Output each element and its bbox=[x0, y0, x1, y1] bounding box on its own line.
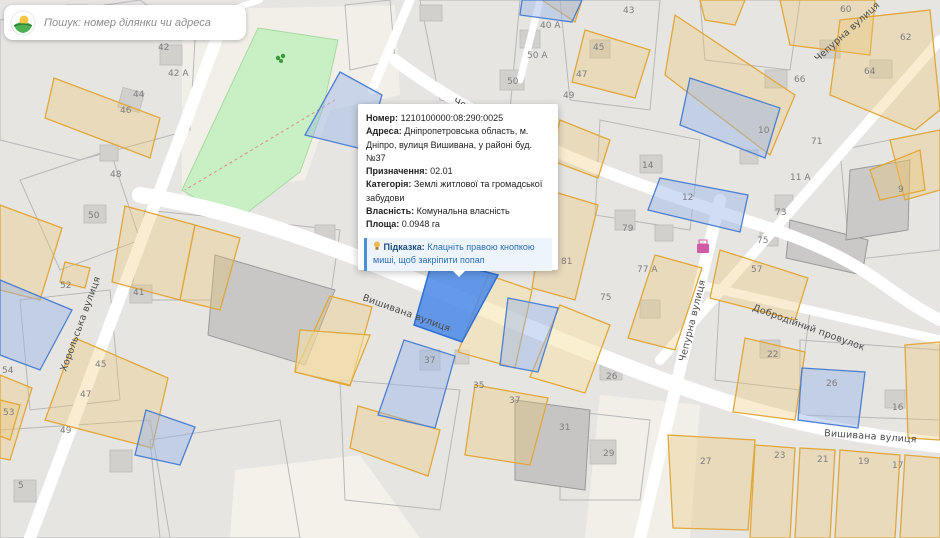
parcel-area-row: Площа: 0.0948 га bbox=[366, 218, 550, 231]
search-bar bbox=[4, 5, 246, 40]
house-number: 81 bbox=[561, 257, 572, 267]
house-number: 42 bbox=[158, 43, 169, 53]
parcel-area-label: Площа: bbox=[366, 219, 400, 230]
house-number: 35 bbox=[473, 381, 484, 391]
app-logo-icon[interactable] bbox=[10, 10, 36, 36]
house-number: 37 bbox=[424, 356, 435, 366]
parcel-purpose-label: Призначення: bbox=[366, 166, 428, 177]
house-number: 42 А bbox=[168, 69, 189, 79]
house-number: 14 bbox=[642, 161, 654, 171]
house-number: 75 bbox=[757, 236, 768, 246]
house-number: 16 bbox=[892, 403, 904, 413]
parcel-ownership-row: Власність: Комунальна власність bbox=[366, 205, 550, 218]
house-number: 62 bbox=[900, 33, 911, 43]
house-number: 50 bbox=[88, 211, 100, 221]
house-number: 19 bbox=[858, 457, 870, 467]
house-number: 49 bbox=[563, 91, 575, 101]
house-number: 64 bbox=[864, 67, 876, 77]
house-number: 41 bbox=[133, 288, 144, 298]
house-number: 73 bbox=[775, 208, 786, 218]
house-number: 53 bbox=[3, 408, 14, 418]
parcel-number-value: 1210100000:08:290:0025 bbox=[400, 113, 504, 123]
parcel-address-row: Адреса: Дніпропетровська область, м. Дні… bbox=[366, 125, 550, 165]
parcel-ownership-value: Комунальна власність bbox=[416, 206, 510, 217]
parcel-ownership-label: Власність: bbox=[366, 206, 415, 217]
parcel-purpose-row: Призначення: 02.01 bbox=[366, 165, 550, 178]
house-number: 43 bbox=[623, 6, 634, 16]
house-number: 26 bbox=[606, 372, 618, 382]
parcel-category-row: Категорія: Землі житлової та громадської… bbox=[366, 178, 550, 205]
house-number: 44 bbox=[133, 90, 145, 100]
house-number: 12 bbox=[682, 193, 693, 203]
house-number: 10 bbox=[758, 126, 770, 136]
house-number: 66 bbox=[794, 75, 806, 85]
parcel-info-popup: Номер: 1210100000:08:290:0025 Адреса: Дн… bbox=[358, 104, 558, 277]
house-number: 48 bbox=[110, 170, 122, 180]
house-number: 71 bbox=[811, 137, 822, 147]
parcel-category-label: Категорія: bbox=[366, 179, 412, 190]
house-number: 54 bbox=[2, 366, 14, 376]
house-number: 46 bbox=[120, 106, 132, 116]
house-number: 5 bbox=[18, 481, 24, 491]
house-number: 23 bbox=[774, 451, 785, 461]
house-number: 37 bbox=[509, 396, 520, 406]
house-number: 22 bbox=[767, 350, 778, 360]
house-number: 77 А bbox=[637, 265, 658, 275]
house-number: 27 bbox=[700, 457, 711, 467]
house-number: 21 bbox=[817, 455, 828, 465]
house-number: 47 bbox=[80, 390, 91, 400]
house-number: 11 А bbox=[790, 173, 811, 183]
parcel-area-value: 0.0948 га bbox=[401, 219, 440, 230]
house-number: 40 А bbox=[540, 21, 561, 31]
hint-label: Підказка: bbox=[383, 241, 425, 252]
house-number: 26 bbox=[826, 379, 838, 389]
house-number: 50 bbox=[507, 77, 519, 87]
house-number: 31 bbox=[559, 423, 570, 433]
parcel-address-label: Адреса: bbox=[366, 126, 402, 137]
house-number: 75 bbox=[600, 293, 611, 303]
house-number: 29 bbox=[603, 449, 615, 459]
popup-hint: Підказка: Клацніть правою кнопкою миші, … bbox=[364, 237, 552, 271]
house-number: 49 bbox=[60, 426, 72, 436]
house-number: 9 bbox=[898, 185, 904, 195]
parcel-purpose-value: 02.01 bbox=[430, 166, 453, 177]
parcel-number-label: Номер: bbox=[366, 113, 399, 123]
house-number: 47 bbox=[576, 70, 587, 80]
popup-pointer bbox=[452, 270, 466, 277]
lightbulb-icon bbox=[374, 241, 380, 250]
house-number: 45 bbox=[95, 360, 106, 370]
parcel-number-row: Номер: 1210100000:08:290:0025 bbox=[366, 112, 550, 125]
house-number: 45 bbox=[593, 43, 604, 53]
house-number: 17 bbox=[892, 461, 903, 471]
house-number: 50 А bbox=[527, 51, 548, 61]
search-input[interactable] bbox=[44, 16, 234, 29]
house-number: 79 bbox=[622, 224, 634, 234]
house-number: 52 bbox=[60, 281, 71, 291]
house-number: 57 bbox=[751, 265, 762, 275]
house-number: 60 bbox=[840, 5, 852, 15]
